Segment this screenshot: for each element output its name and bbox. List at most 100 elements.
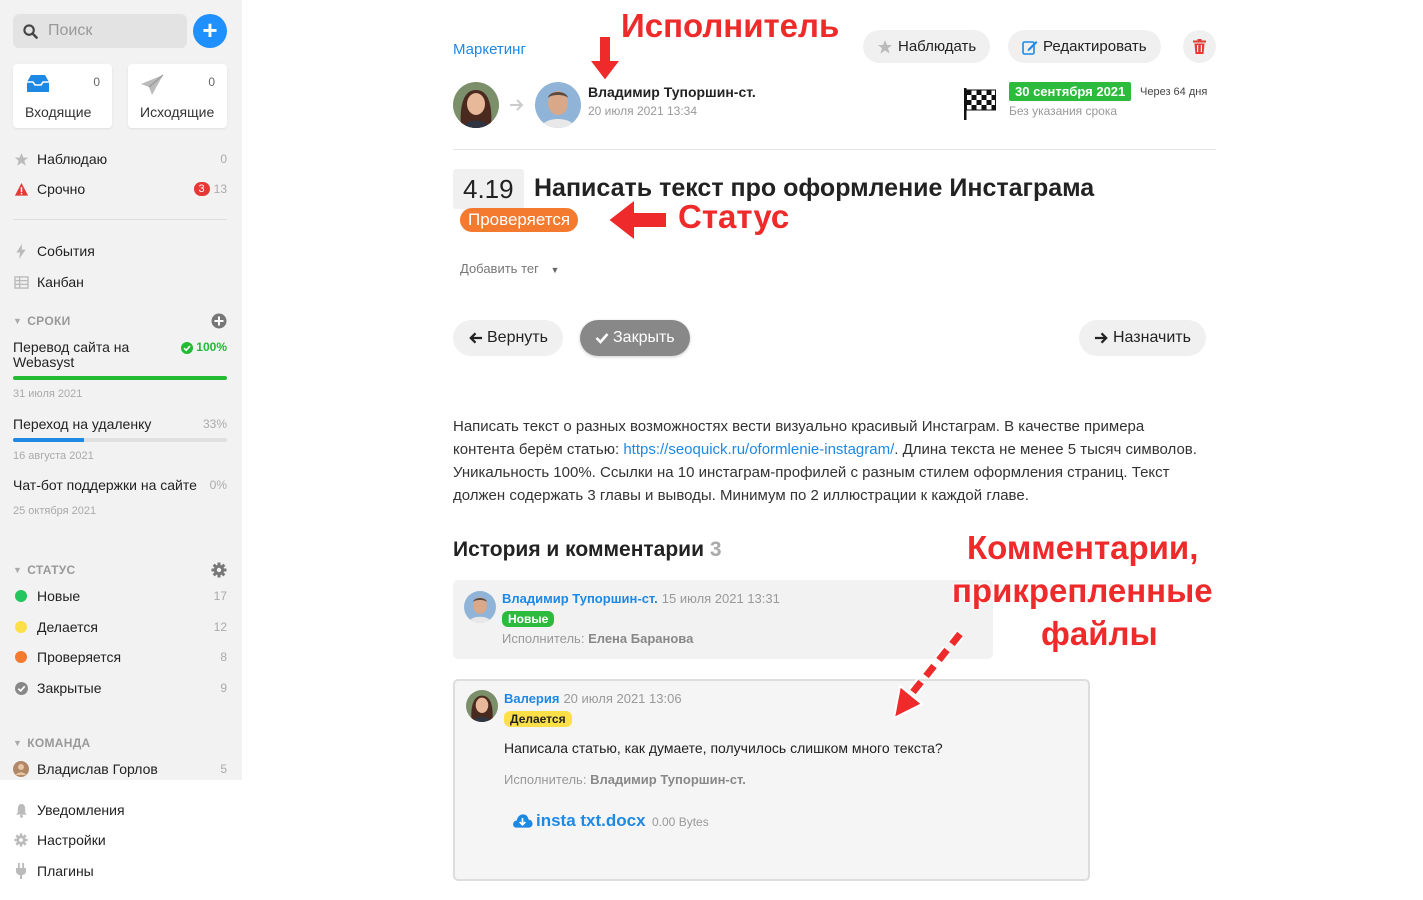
entry-author[interactable]: Владимир Тупоршин-ст. 15 июля 2021 13:31 — [502, 591, 780, 606]
avatar[interactable] — [464, 591, 496, 623]
entry-assignee: Исполнитель: Владимир Тупоршин-ст. — [504, 772, 746, 787]
gear-icon — [13, 832, 29, 848]
deadline-item[interactable]: Перевод сайта на Webasyst 100% 31 июля 2… — [13, 340, 227, 400]
section-title: КОМАНДА — [27, 736, 91, 750]
outbox-count: 0 — [208, 75, 215, 89]
deadline-percent: 100% — [181, 340, 227, 355]
entry-assignee: Исполнитель: Елена Баранова — [502, 631, 694, 646]
sidebar-item-status-in-progress[interactable]: Делается 12 — [13, 616, 227, 638]
inbox-tile[interactable]: 0 Входящие — [13, 64, 112, 128]
avatar[interactable] — [466, 690, 498, 722]
search-placeholder: Поиск — [48, 22, 93, 39]
status-badge: Новые — [502, 611, 555, 627]
edit-icon — [1022, 40, 1038, 55]
add-circle-icon[interactable] — [211, 313, 227, 329]
sidebar-item-status-closed[interactable]: Закрытые 9 — [13, 677, 227, 699]
due-note: Без указания срока — [1009, 104, 1118, 118]
warning-icon — [13, 181, 29, 197]
add-task-button[interactable]: + — [193, 14, 227, 48]
sidebar-item-watch[interactable]: Наблюдаю 0 — [13, 148, 227, 170]
annotation-dashed-arrow-icon — [892, 630, 965, 720]
deadline-name: Перевод сайта на Webasyst — [13, 339, 130, 370]
sidebar-item-label: Новые — [37, 588, 81, 604]
entry-time: 20 июля 2021 13:06 — [563, 691, 682, 706]
due-date-badge[interactable]: 30 сентября 2021 — [1009, 82, 1132, 101]
sidebar-item-label: Закрытые — [37, 680, 102, 696]
deadlines-section-header[interactable]: ▼ СРОКИ — [13, 312, 227, 330]
sidebar-item-status-review[interactable]: Проверяется 8 — [13, 646, 227, 668]
collapse-triangle-icon: ▼ — [13, 316, 23, 326]
history-entry: Валерия 20 июля 2021 13:06 Делается Напис… — [453, 679, 1090, 881]
outbox-tile[interactable]: 0 Исходящие — [128, 64, 227, 128]
deadline-name: Переход на удаленку — [13, 416, 152, 432]
sidebar-item-plugins[interactable]: Плагины — [13, 860, 227, 882]
sidebar-item-count: 13 — [213, 182, 227, 196]
sidebar-item-settings[interactable]: Настройки — [13, 829, 227, 851]
status-dot-icon — [15, 621, 27, 633]
deadline-progress-bar — [13, 438, 227, 442]
deadline-item[interactable]: Переход на удаленку 33% 16 августа 2021 — [13, 417, 227, 462]
assignee-avatar[interactable] — [535, 82, 581, 128]
sidebar-item-count: 0 — [220, 152, 227, 166]
sidebar-item-label: Плагины — [37, 863, 94, 879]
sidebar-item-count: 5 — [220, 762, 227, 776]
return-button[interactable]: Вернуть — [453, 320, 563, 356]
return-button-label: Вернуть — [487, 329, 548, 346]
bell-icon — [13, 802, 29, 818]
sidebar-item-label: Уведомления — [37, 802, 125, 818]
close-task-button-label: Закрыть — [613, 329, 675, 346]
search-input[interactable]: Поиск — [13, 14, 187, 48]
sidebar-item-label: Настройки — [37, 832, 106, 848]
team-section-header[interactable]: ▼ КОМАНДА — [13, 734, 227, 752]
sidebar-item-status-new[interactable]: Новые 17 — [13, 585, 227, 607]
deadline-percent: 33% — [202, 417, 227, 431]
status-dot-icon — [15, 590, 27, 602]
annotation-assignee: Исполнитель — [621, 7, 840, 44]
project-link[interactable]: Маркетинг — [453, 41, 526, 58]
sidebar-item-team-member[interactable]: Владислав Горлов 5 — [13, 758, 227, 780]
urgent-badge: 3 — [193, 182, 210, 196]
sidebar-item-notifications[interactable]: Уведомления — [13, 799, 227, 821]
annotation-status: Статус — [678, 198, 790, 235]
star-icon — [878, 39, 892, 54]
paper-plane-icon — [141, 74, 164, 95]
assign-button[interactable]: Назначить — [1079, 320, 1206, 356]
edit-button[interactable]: Редактировать — [1008, 30, 1161, 63]
author-avatar[interactable] — [453, 82, 499, 128]
inbox-icon — [27, 75, 49, 92]
close-task-button[interactable]: Закрыть — [580, 320, 690, 356]
divider — [13, 219, 227, 220]
history-title: История и комментарии 3 — [453, 538, 722, 561]
description-link[interactable]: https://seoquick.ru/oformlenie-instagram… — [623, 441, 894, 458]
sidebar-item-urgent[interactable]: Срочно 3 13 — [13, 178, 227, 200]
section-title: СТАТУС — [27, 563, 76, 577]
arrow-left-icon — [469, 332, 483, 344]
sidebar-item-label: Проверяется — [37, 649, 122, 665]
inbox-count: 0 — [93, 75, 100, 89]
deadline-date: 25 октября 2021 — [13, 505, 97, 517]
status-section-header[interactable]: ▼ СТАТУС — [13, 561, 227, 579]
deadline-item[interactable]: Чат-бот поддержки на сайте 0% 25 октября… — [13, 478, 227, 518]
assignee-name[interactable]: Владимир Тупоршин-ст. — [588, 84, 756, 100]
annotation-comments-line: прикрепленные — [952, 572, 1213, 609]
status-badge[interactable]: Проверяется — [460, 208, 579, 232]
deadline-date: 31 июля 2021 — [13, 388, 83, 400]
watch-button[interactable]: Наблюдать — [863, 30, 991, 63]
star-icon — [13, 151, 29, 167]
entry-author[interactable]: Валерия 20 июля 2021 13:06 — [504, 691, 682, 706]
sidebar-item-kanban[interactable]: Канбан — [13, 271, 227, 293]
annotation-arrow-left-icon — [606, 196, 668, 244]
annotation-arrow-down-icon — [586, 35, 624, 83]
add-tag-dropdown[interactable]: Добавить тег ▼ — [460, 261, 559, 276]
deadline-date: 16 августа 2021 — [13, 450, 94, 462]
sidebar-item-events[interactable]: События — [13, 240, 227, 262]
caret-down-icon: ▼ — [550, 265, 560, 275]
edit-button-label: Редактировать — [1043, 38, 1147, 55]
trash-icon — [1193, 39, 1206, 54]
attachment-link[interactable]: insta txt.docx — [512, 811, 646, 831]
check-circle-icon — [13, 680, 29, 696]
gear-icon[interactable] — [211, 562, 227, 578]
delete-button[interactable] — [1183, 30, 1216, 63]
plug-icon — [13, 863, 29, 879]
app-window: Поиск + 0 Входящие 0 Исходящие Наблюдаю … — [0, 0, 1423, 900]
